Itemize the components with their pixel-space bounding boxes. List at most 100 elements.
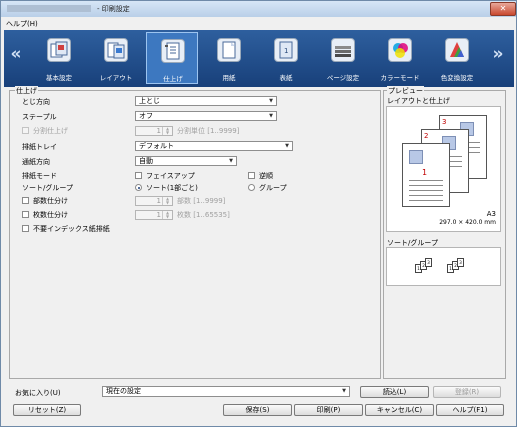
offset-copies-label: 部数仕分け [33, 197, 68, 205]
staple-select[interactable]: オフ ▼ [135, 111, 277, 121]
group-radio[interactable] [248, 184, 255, 191]
sheet-separation-stepper[interactable]: 1 ▲ ▼ [135, 210, 173, 220]
sheet-separation-checkbox[interactable] [22, 211, 29, 218]
sort-preview: 1 2 3 1 2 3 [386, 247, 501, 286]
text-line [409, 200, 443, 201]
chevron-down-icon: ▼ [342, 388, 346, 394]
separate-finish-label: 分割仕上げ [33, 127, 68, 135]
settings-tab-bar: « 基本設定 レイアウト 仕上げ 用紙 1 表紙 ページ設定 カラーモード 色変… [4, 30, 514, 87]
reverse-order-label: 逆順 [259, 172, 273, 180]
face-up-checkbox[interactable] [135, 172, 142, 179]
chevron-down-icon: ▼ [285, 143, 289, 149]
color-mode-icon [388, 38, 412, 62]
save-button[interactable]: 保存(S) [223, 404, 292, 416]
chevron-down-icon: ▼ [269, 98, 273, 104]
tab-finishing[interactable]: 仕上げ [146, 32, 198, 84]
text-line [409, 180, 443, 181]
scroll-right-icon[interactable]: » [492, 44, 504, 64]
tab-color-conversion[interactable]: 色変換設定 [431, 32, 483, 84]
page-number: 2 [424, 132, 429, 140]
group-radio-label: グループ [259, 184, 287, 192]
print-button[interactable]: 印刷(P) [294, 404, 363, 416]
sheet-separation-label: 枚数仕分け [33, 211, 68, 219]
favorites-label: お気に入り(U) [15, 389, 61, 397]
paper-icon [217, 38, 241, 62]
menu-bar: ヘルプ(H) [3, 18, 514, 29]
staple-value: オフ [139, 112, 153, 120]
sort-sheet: 3 [425, 258, 432, 267]
tab-label: 基本設定 [46, 74, 72, 82]
text-line [409, 185, 443, 186]
sort-radio-label: ソート(1部ごと) [146, 184, 198, 192]
finishing-group-title: 仕上げ [15, 86, 38, 96]
tab-label: 色変換設定 [440, 74, 474, 82]
paper-size-label: A3 [486, 210, 496, 218]
tab-paper[interactable]: 用紙 [203, 32, 255, 84]
preview-page-1: 1 [402, 143, 450, 207]
separate-finish-checkbox[interactable] [22, 127, 29, 134]
page-number: 1 [422, 168, 428, 177]
layout-finish-label: レイアウトと仕上げ [387, 97, 450, 105]
chevron-down-icon: ▼ [269, 113, 273, 119]
sort-radio[interactable] [135, 184, 142, 191]
sheet-separation-value: 1 [156, 211, 161, 219]
feed-direction-select[interactable]: 自動 ▼ [135, 156, 237, 166]
tab-color-mode[interactable]: カラーモード [374, 32, 426, 84]
binding-direction-label: とじ方向 [22, 98, 50, 106]
layout-icon [104, 38, 128, 62]
page-settings-icon [331, 38, 355, 62]
register-button[interactable]: 登録(R) [433, 386, 501, 398]
chevron-down-icon: ▼ [229, 158, 233, 164]
sort-group-label: ソート/グループ [22, 184, 73, 192]
preview-group: プレビュー レイアウトと仕上げ 3 2 1 A3 297.0 × 420.0 m… [383, 86, 506, 379]
reset-button[interactable]: リセット(Z) [13, 404, 81, 416]
binding-direction-select[interactable]: 上とじ ▼ [135, 96, 277, 106]
stepper-arrows-icon: ▲ ▼ [162, 127, 172, 135]
scroll-left-icon[interactable]: « [10, 44, 22, 64]
cancel-button[interactable]: キャンセル(C) [365, 404, 434, 416]
tab-basic[interactable]: 基本設定 [33, 32, 85, 84]
unneeded-index-label: 不要インデックス紙排紙 [33, 225, 110, 233]
close-button[interactable]: ✕ [490, 2, 516, 16]
offset-copies-stepper[interactable]: 1 ▲ ▼ [135, 196, 173, 206]
tab-layout[interactable]: レイアウト [90, 32, 142, 84]
menu-help[interactable]: ヘルプ(H) [6, 19, 38, 29]
basic-settings-icon [47, 38, 71, 62]
binding-direction-value: 上とじ [139, 97, 160, 105]
layout-preview: 3 2 1 A3 297.0 × 420.0 mm [386, 106, 501, 232]
offset-copies-checkbox[interactable] [22, 197, 29, 204]
svg-text:1: 1 [284, 47, 288, 55]
output-tray-label: 排紙トレイ [22, 143, 57, 151]
text-line [409, 195, 443, 196]
color-conversion-icon [445, 38, 469, 62]
feed-direction-label: 通紙方向 [22, 158, 50, 166]
tab-label: ページ設定 [326, 74, 360, 82]
page-number: 3 [442, 118, 447, 126]
tab-page-settings[interactable]: ページ設定 [317, 32, 369, 84]
favorites-select[interactable]: 現在の設定 ▼ [102, 386, 350, 397]
offset-copies-value: 1 [156, 197, 161, 205]
title-bar: - 印刷設定 ✕ [1, 1, 516, 17]
sheet-separation-range-label: 枚数 [1..65535] [177, 211, 230, 219]
reverse-order-checkbox[interactable] [248, 172, 255, 179]
favorites-value: 現在の設定 [106, 387, 141, 395]
load-button[interactable]: 読込(L) [360, 386, 429, 398]
tab-label: 用紙 [222, 74, 236, 82]
stepper-arrows-icon: ▲ ▼ [162, 197, 172, 205]
tab-label: 表紙 [279, 74, 293, 82]
tab-label: レイアウト [99, 74, 133, 82]
tab-label: カラーモード [380, 74, 420, 82]
tab-cover[interactable]: 1 表紙 [260, 32, 312, 84]
separate-unit-value: 1 [156, 127, 161, 135]
cover-icon: 1 [274, 38, 298, 62]
help-button[interactable]: ヘルプ(F1) [436, 404, 504, 416]
offset-copies-range-label: 部数 [1..9999] [177, 197, 226, 205]
output-mode-label: 排紙モード [22, 172, 57, 180]
unneeded-index-checkbox[interactable] [22, 225, 29, 232]
separate-unit-stepper[interactable]: 1 ▲ ▼ [135, 126, 173, 136]
finishing-group: 仕上げ とじ方向 上とじ ▼ ステープル オフ ▼ 分割仕上げ 1 ▲ ▼ 分割単… [9, 86, 381, 379]
output-tray-select[interactable]: デフォルト ▼ [135, 141, 293, 151]
finishing-icon [161, 39, 185, 63]
flower-image-icon [409, 150, 423, 164]
feed-direction-value: 自動 [139, 157, 153, 165]
